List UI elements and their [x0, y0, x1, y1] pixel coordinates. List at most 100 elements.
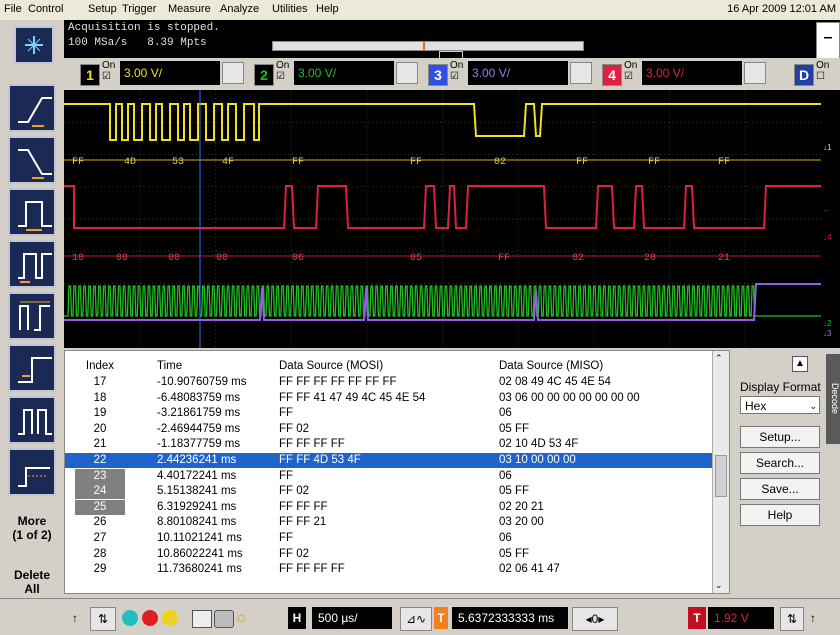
- setup-button[interactable]: Setup...: [740, 426, 820, 448]
- table-row[interactable]: 22 2.44236241 ms FF FF 4D 53 4F 03 10 00 00…: [65, 453, 715, 468]
- header-mosi[interactable]: Data Source (MOSI): [279, 359, 383, 374]
- table-row[interactable]: 19 -3.21861759 ms FF 06: [65, 406, 715, 421]
- digital-on[interactable]: On ☐: [816, 60, 829, 82]
- header-time[interactable]: Time: [157, 359, 182, 374]
- menu-control[interactable]: Control: [28, 3, 63, 15]
- pattern-trigger-button[interactable]: [8, 240, 56, 288]
- zoom-icon[interactable]: ⊿∿: [400, 607, 432, 631]
- scroll-thumb[interactable]: [715, 455, 727, 497]
- channel-4-on[interactable]: On ☑: [624, 60, 637, 82]
- trigger-icon[interactable]: ↑: [72, 607, 84, 629]
- channel-2-trace: [64, 285, 821, 317]
- timeout-trigger-button[interactable]: [8, 448, 56, 496]
- scroll-up-icon[interactable]: ⌃: [715, 353, 723, 364]
- mosi-decode-label: FF: [410, 157, 422, 168]
- channel-2-scale[interactable]: 3.00 V/: [294, 61, 394, 85]
- menu-setup[interactable]: Setup: [88, 3, 117, 15]
- table-row[interactable]: 18 -6.48083759 ms FF FF 41 47 49 4C 45 4E …: [65, 391, 715, 406]
- pulse-width-trigger-button[interactable]: [8, 188, 56, 236]
- table-row[interactable]: 26 8.80108241 ms FF FF 21 03 20 00: [65, 515, 715, 530]
- table-row[interactable]: 17 -10.90760759 ms FF FF FF FF FF FF FF 02 …: [65, 375, 715, 390]
- channel-2-button[interactable]: 2: [254, 64, 274, 86]
- channel-2-coupling-icon[interactable]: [396, 62, 418, 84]
- digital-channels-button[interactable]: D: [794, 64, 814, 86]
- table-row[interactable]: 20 -2.46944759 ms FF 02 05 FF: [65, 422, 715, 437]
- logo-button[interactable]: [14, 26, 54, 64]
- miso-decode-label: 00: [116, 253, 128, 264]
- channel-1-on[interactable]: On ☑: [102, 60, 115, 82]
- delay-marker-icon: T: [434, 607, 448, 629]
- header-index[interactable]: Index: [75, 359, 125, 374]
- channel-3-scale[interactable]: 3.00 V/: [468, 61, 568, 85]
- auto-scale-icon[interactable]: [122, 610, 138, 626]
- digital-on-label: On: [816, 60, 830, 71]
- row-index: 27: [93, 532, 107, 544]
- channel-4-coupling-icon[interactable]: [744, 62, 766, 84]
- row-miso: 06: [499, 407, 512, 420]
- menu-analyze[interactable]: Analyze: [220, 3, 259, 15]
- transition-trigger-button[interactable]: [8, 292, 56, 340]
- table-row[interactable]: 27 10.11021241 ms FF 06: [65, 531, 715, 546]
- display-format-select[interactable]: Hex ⌄: [740, 396, 820, 414]
- scroll-down-icon[interactable]: ⌄: [715, 580, 723, 591]
- row-time: 2.44236241 ms: [157, 454, 237, 466]
- run-stop-icon[interactable]: [142, 610, 158, 626]
- setup-hold-trigger-button[interactable]: [8, 344, 56, 392]
- trigger-level-value[interactable]: 1.92 V: [708, 607, 774, 629]
- single-icon[interactable]: [162, 610, 178, 626]
- table-row[interactable]: 25 6.31929241 ms FF FF FF 02 20 21: [65, 499, 715, 515]
- trigger-level-stepper-icon[interactable]: ⇅: [780, 607, 804, 631]
- falling-edge-icon: [18, 149, 52, 179]
- channel-2-on[interactable]: On ☑: [276, 60, 289, 82]
- save-button[interactable]: Save...: [740, 478, 820, 500]
- runt-trigger-button[interactable]: [8, 396, 56, 444]
- channel-1-scale[interactable]: 3.00 V/: [120, 61, 220, 85]
- menu-file[interactable]: File: [4, 3, 22, 15]
- stepper-icon[interactable]: ⇅: [90, 607, 116, 631]
- channel-4-scale[interactable]: 3.00 V/: [642, 61, 742, 85]
- row-index: 23: [75, 468, 125, 484]
- miso-decode-label: FF: [498, 253, 510, 264]
- menu-trigger[interactable]: Trigger: [122, 3, 156, 15]
- horizontal-position-bar[interactable]: [272, 41, 584, 63]
- channel-3-button[interactable]: 3: [428, 64, 448, 86]
- table-row[interactable]: 24 5.15138241 ms FF 02 05 FF: [65, 484, 715, 500]
- table-row[interactable]: 28 10.86022241 ms FF 02 05 FF: [65, 547, 715, 562]
- falling-edge-trigger-button[interactable]: [8, 136, 56, 184]
- delay-nav[interactable]: ◂0▸: [572, 607, 618, 631]
- print-icon[interactable]: [214, 610, 234, 628]
- channel-1-coupling-icon[interactable]: [222, 62, 244, 84]
- brightness-icon[interactable]: ☼: [234, 607, 252, 629]
- trigger-edge-icon[interactable]: ↑: [810, 607, 824, 629]
- menu-measure[interactable]: Measure: [168, 3, 211, 15]
- channel-4-button[interactable]: 4: [602, 64, 622, 86]
- timebase-value[interactable]: 500 µs/: [312, 607, 392, 629]
- table-scrollbar[interactable]: ⌃ ⌄: [712, 351, 729, 593]
- more-page-label: (1 of 2): [12, 528, 52, 542]
- display-format-value: Hex: [745, 399, 767, 413]
- more-button[interactable]: More (1 of 2): [0, 514, 64, 542]
- delete-all-button[interactable]: Delete All: [0, 568, 64, 596]
- table-row[interactable]: 21 -1.18377759 ms FF FF FF FF 02 10 4D 53 4…: [65, 437, 715, 452]
- rising-edge-trigger-button[interactable]: [8, 84, 56, 132]
- decode-tab[interactable]: Decode: [826, 354, 840, 444]
- table-row[interactable]: 23 4.40172241 ms FF 06: [65, 468, 715, 484]
- channel-1-button[interactable]: 1: [80, 64, 100, 86]
- row-mosi: FF FF 21: [279, 516, 327, 529]
- waveform-display[interactable]: FF 4D 53 4F FF FF 02 FF FF FF 10 00 00 00 06 05 FF 02 20 21: [64, 90, 821, 348]
- row-mosi: FF FF FF FF: [279, 563, 345, 576]
- screen-icon[interactable]: [192, 610, 212, 628]
- menu-utilities[interactable]: Utilities: [272, 3, 307, 15]
- delay-value[interactable]: 5.6372333333 ms: [452, 607, 568, 629]
- header-miso[interactable]: Data Source (MISO): [499, 359, 603, 374]
- channel-3-on[interactable]: On ☑: [450, 60, 463, 82]
- search-button[interactable]: Search...: [740, 452, 820, 474]
- table-row[interactable]: 29 11.73680241 ms FF FF FF FF 02 06 41 47: [65, 562, 715, 577]
- menu-help[interactable]: Help: [316, 3, 339, 15]
- minimize-button[interactable]: –: [816, 22, 840, 60]
- up-arrow-icon[interactable]: ▲: [792, 356, 808, 372]
- runt-icon: [18, 409, 52, 435]
- help-button[interactable]: Help: [740, 504, 820, 526]
- decode-table[interactable]: Index Time Data Source (MOSI) Data Sourc…: [64, 350, 730, 594]
- channel-3-coupling-icon[interactable]: [570, 62, 592, 84]
